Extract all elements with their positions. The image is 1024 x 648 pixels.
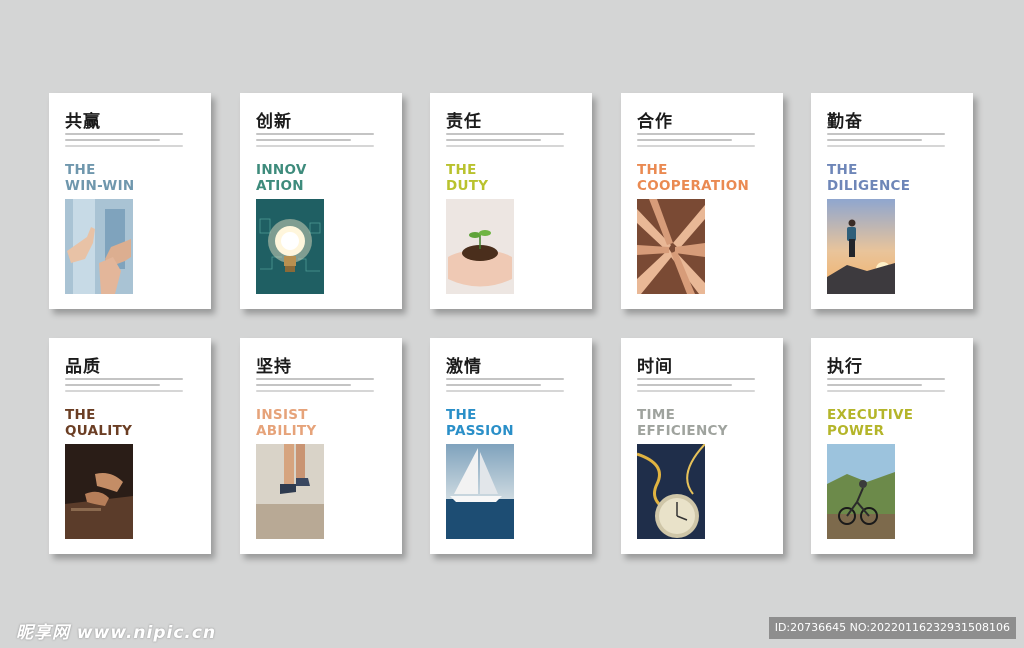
english-title-line2: COOPERATION [637, 178, 750, 194]
english-title-line1: THE [446, 407, 477, 423]
body-text-lines [446, 133, 576, 151]
english-title-line2: ATION [256, 178, 304, 194]
english-title-line1: INNOV [256, 162, 307, 178]
mountain-biker-photo [827, 444, 895, 539]
craftsman-hands-photo [65, 444, 133, 539]
body-text-lines [637, 378, 767, 396]
english-title-line1: THE [446, 162, 477, 178]
english-title-line2: WIN-WIN [65, 178, 135, 194]
body-text-lines [446, 378, 576, 396]
english-title-line1: THE [827, 162, 858, 178]
english-title-line1: EXECUTIVE [827, 407, 914, 423]
english-title: THE QUALITY [65, 407, 132, 439]
lightbulb-photo [256, 199, 324, 294]
english-title-line1: THE [65, 162, 96, 178]
poster-title: 品质 [65, 357, 101, 377]
english-title: INSIST ABILITY [256, 407, 316, 439]
english-title-line2: DILIGENCE [827, 178, 911, 194]
poster-title: 共赢 [65, 112, 101, 132]
english-title: THE COOPERATION [637, 162, 749, 194]
body-text-lines [827, 378, 957, 396]
poster-card-insist-ability: 坚持 INSIST ABILITY [240, 338, 402, 554]
english-title: EXECUTIVE POWER [827, 407, 913, 439]
body-text-lines [65, 133, 195, 151]
poster-card-diligence: 勤奋 THE DILIGENCE [811, 93, 973, 309]
english-title-line1: TIME [637, 407, 676, 423]
poster-title: 坚持 [256, 357, 292, 377]
handshake-thumbs-photo [65, 199, 133, 294]
english-title-line2: QUALITY [65, 423, 133, 439]
english-title-line1: THE [65, 407, 96, 423]
poster-card-duty: 责任 THE DUTY [430, 93, 592, 309]
stacked-hands-photo [637, 199, 705, 294]
poster-title: 时间 [637, 357, 673, 377]
sprout-in-hands-photo [446, 199, 514, 294]
hiker-summit-photo [827, 199, 895, 294]
english-title-line1: THE [637, 162, 668, 178]
poster-title: 执行 [827, 357, 863, 377]
poster-title: 合作 [637, 112, 673, 132]
english-title-line2: DUTY [446, 178, 489, 194]
watermark-id-bar: ID:20736645 NO:20220116232931508106 [768, 617, 1016, 639]
runner-feet-photo [256, 444, 324, 539]
clock-illustration-photo [637, 444, 705, 539]
english-title-line2: ABILITY [256, 423, 317, 439]
body-text-lines [256, 378, 386, 396]
body-text-lines [827, 133, 957, 151]
english-title-line2: POWER [827, 423, 885, 439]
english-title: THE WIN-WIN [65, 162, 135, 194]
poster-card-executive-power: 执行 EXECUTIVE POWER [811, 338, 973, 554]
english-title: TIME EFFICIENCY [637, 407, 728, 439]
poster-title: 责任 [446, 112, 482, 132]
english-title: INNOV ATION [256, 162, 307, 194]
english-title-line2: EFFICIENCY [637, 423, 728, 439]
english-title: THE DILIGENCE [827, 162, 910, 194]
poster-title: 创新 [256, 112, 292, 132]
watermark-brand: 昵享网 www.nipic.cn [16, 623, 217, 643]
body-text-lines [256, 133, 386, 151]
english-title: THE PASSION [446, 407, 514, 439]
english-title-line1: INSIST [256, 407, 308, 423]
english-title-line2: PASSION [446, 423, 514, 439]
poster-card-passion: 激情 THE PASSION [430, 338, 592, 554]
poster-card-innovation: 创新 INNOV ATION [240, 93, 402, 309]
english-title: THE DUTY [446, 162, 488, 194]
body-text-lines [637, 133, 767, 151]
poster-title: 勤奋 [827, 112, 863, 132]
poster-card-cooperation: 合作 THE COOPERATION [621, 93, 783, 309]
sailboat-photo [446, 444, 514, 539]
poster-card-quality: 品质 THE QUALITY [49, 338, 211, 554]
poster-title: 激情 [446, 357, 482, 377]
body-text-lines [65, 378, 195, 396]
poster-card-win-win: 共赢 THE WIN-WIN [49, 93, 211, 309]
poster-card-time-efficiency: 时间 TIME EFFICIENCY [621, 338, 783, 554]
